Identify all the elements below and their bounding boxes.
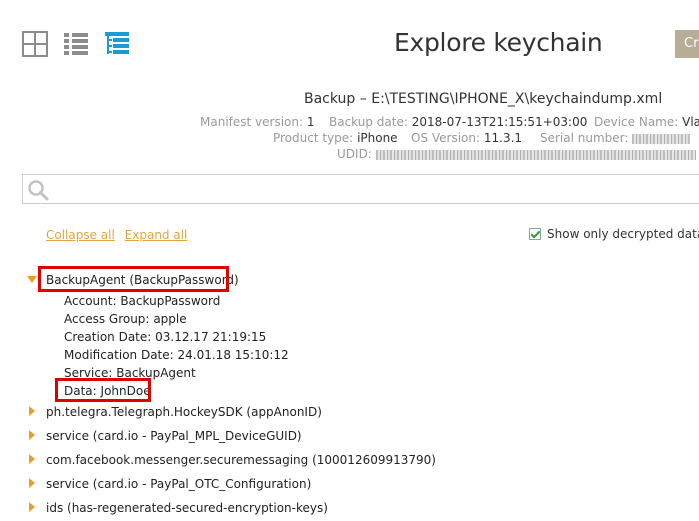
redacted-serial [632, 133, 691, 144]
tree-item[interactable]: service (card.io - PayPal_MPL_DeviceGUID… [46, 429, 302, 443]
highlight-box [55, 378, 151, 402]
tree-item[interactable]: com.facebook.messenger.securemessaging (… [46, 453, 436, 467]
serial-number: Serial number: [540, 131, 691, 145]
tree-view-icon[interactable] [104, 31, 130, 57]
tree-item[interactable]: ph.telegra.Telegraph.HockeySDK (appAnonI… [46, 405, 322, 419]
show-only-decrypted-label: Show only decrypted data [547, 227, 699, 241]
show-only-decrypted-toggle[interactable]: Show only decrypted data [529, 227, 699, 241]
create-report-button[interactable]: Cr [675, 30, 699, 58]
detail-access-group: Access Group: apple [64, 312, 187, 326]
udid: UDID: [337, 147, 696, 161]
collapsed-arrow-icon[interactable] [29, 478, 35, 488]
redacted-udid [375, 149, 696, 160]
checkbox-checked[interactable] [529, 228, 541, 240]
grid-view-icon[interactable] [22, 31, 48, 57]
device-name: Device Name: Vlad [594, 115, 699, 129]
detail-modification-date: Modification Date: 24.01.18 15:10:12 [64, 348, 289, 362]
list-view-icon[interactable] [63, 31, 89, 57]
view-mode-switcher [22, 31, 130, 57]
page-title: Explore keychain [394, 28, 603, 57]
highlight-box [38, 266, 229, 292]
detail-account: Account: BackupPassword [64, 294, 221, 308]
manifest-version: Manifest version: 1 [200, 115, 315, 129]
collapsed-arrow-icon[interactable] [29, 454, 35, 464]
collapsed-arrow-icon[interactable] [29, 502, 35, 512]
tree-item[interactable]: service (card.io - PayPal_OTC_Configurat… [46, 477, 311, 491]
os-version: OS Version: 11.3.1 [411, 131, 523, 145]
detail-creation-date: Creation Date: 03.12.17 21:19:15 [64, 330, 267, 344]
expanded-arrow-icon[interactable] [27, 276, 37, 283]
search-icon [27, 179, 49, 201]
backup-date: Backup date: 2018-07-13T21:15:51+03:00 [329, 115, 588, 129]
backup-path: Backup – E:\TESTING\IPHONE_X\keychaindum… [304, 91, 663, 107]
product-type: Product type: iPhone [273, 131, 398, 145]
collapsed-arrow-icon[interactable] [29, 430, 35, 440]
collapsed-arrow-icon[interactable] [29, 406, 35, 416]
search-input[interactable] [22, 174, 699, 204]
tree-controls: Collapse all Expand all [46, 228, 193, 242]
tree-item[interactable]: ids (has-regenerated-secured-encryption-… [46, 501, 328, 515]
collapse-all-link[interactable]: Collapse all [46, 228, 115, 242]
expand-all-link[interactable]: Expand all [125, 228, 188, 242]
